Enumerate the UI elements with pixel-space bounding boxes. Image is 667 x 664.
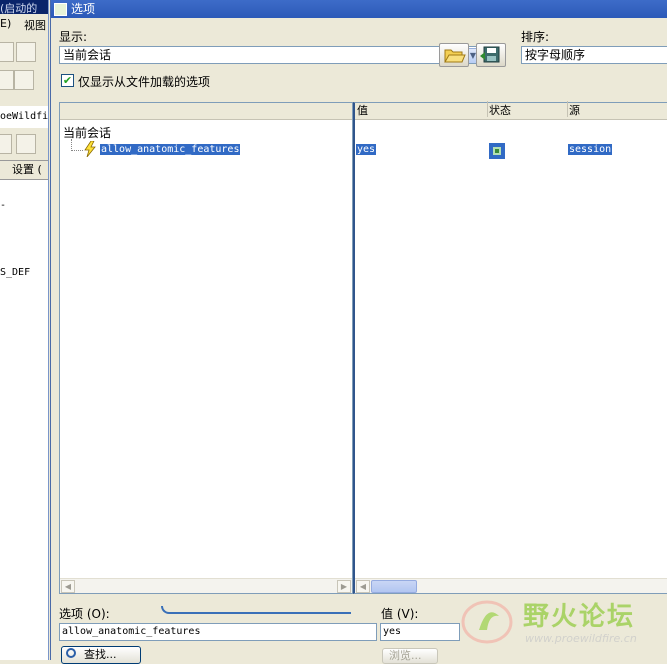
option-tree-pane[interactable]: 当前会话 allow_anatomic_features ◀ ▶ [59,102,353,594]
display-label: 显示: [59,30,88,44]
watermark-url: www.proewildfire.cn [525,632,637,645]
search-icon [66,648,76,658]
settings-tab[interactable]: 设置 ( [0,160,48,180]
background-menubar: E) 视图 [0,14,48,36]
save-icon [480,46,500,63]
tree-header [60,103,352,120]
menu-item-edit[interactable]: E) [0,17,11,30]
column-status[interactable]: 状态 [489,103,511,119]
open-folder-button[interactable] [439,43,469,67]
axis-icon[interactable] [14,70,34,90]
background-window: (启动的 E) 视图 oeWildfi 设置 ( - S_DEF [0,0,49,660]
grid-header: 值 状态 源 [355,101,667,120]
option-value-field[interactable]: yes [380,623,460,641]
display-combo[interactable]: 当前会话 ▼ [59,46,483,64]
save-button[interactable] [476,43,506,67]
option-name-field[interactable]: allow_anatomic_features [59,623,377,641]
sort-combo[interactable]: 按字母顺序 [521,46,667,64]
value-grid-pane[interactable]: 值 状态 源 yes session ◀ [353,101,667,594]
progress-arc [161,606,351,614]
browse-button[interactable]: 浏览... [382,648,438,664]
column-divider[interactable] [567,101,568,117]
toolbar-button[interactable] [0,70,14,90]
folder-open-icon [444,49,466,63]
print-icon[interactable] [16,42,36,62]
toolbar-button[interactable] [0,42,14,62]
background-path-field: oeWildfi [0,106,48,128]
forum-watermark: 野火论坛 www.proewildfire.cn [459,594,667,654]
find-button[interactable]: 查找... [61,646,141,664]
status-icon [489,143,505,159]
tree-item-option[interactable]: allow_anatomic_features [100,144,241,155]
row-source-cell[interactable]: session [568,144,613,155]
tree-connector [71,150,83,152]
browse-button-label: 浏览... [389,649,422,662]
dialog-title-bar: 选项 [51,0,667,18]
tree-dash: - [0,200,7,211]
lightning-icon [84,141,96,157]
grid-hscrollbar[interactable]: ◀ [355,578,667,593]
column-value[interactable]: 值 [357,103,368,119]
column-source[interactable]: 源 [569,103,580,119]
watermark-brand: 野火论坛 [523,602,636,632]
background-tab-strip [0,128,48,160]
loaded-only-checkbox[interactable]: ✔ [61,74,74,87]
dialog-app-icon [54,3,67,16]
loaded-only-label: 仅显示从文件加载的选项 [78,75,211,89]
scroll-left-icon[interactable]: ◀ [356,580,370,593]
column-divider[interactable] [487,101,488,117]
background-toolbar [0,36,48,106]
display-combo-value: 当前会话 [63,48,112,62]
sort-combo-value: 按字母顺序 [525,48,586,62]
background-tree-item: S_DEF [0,267,31,278]
tool-icon[interactable] [16,134,36,154]
flame-logo-icon [461,600,513,644]
row-value-cell[interactable]: yes [356,144,377,155]
options-dialog: 选项 显示: 当前会话 ▼ 排序: 按字母顺序 ✔ 仅显示从文件加载的选项 当前… [50,0,667,664]
dialog-title: 选项 [71,2,96,16]
scroll-left-icon[interactable]: ◀ [61,580,75,593]
tree-hscrollbar[interactable]: ◀ ▶ [60,578,352,593]
menu-item-view[interactable]: 视图 [24,17,46,33]
scroll-right-icon[interactable]: ▶ [337,580,351,593]
option-label: 选项 (O): [59,607,110,621]
scroll-thumb[interactable] [371,580,417,593]
value-label: 值 (V): [381,607,419,621]
background-window-title: (启动的 [0,0,48,14]
toolbar-button[interactable] [0,134,12,154]
sort-label: 排序: [521,30,550,44]
